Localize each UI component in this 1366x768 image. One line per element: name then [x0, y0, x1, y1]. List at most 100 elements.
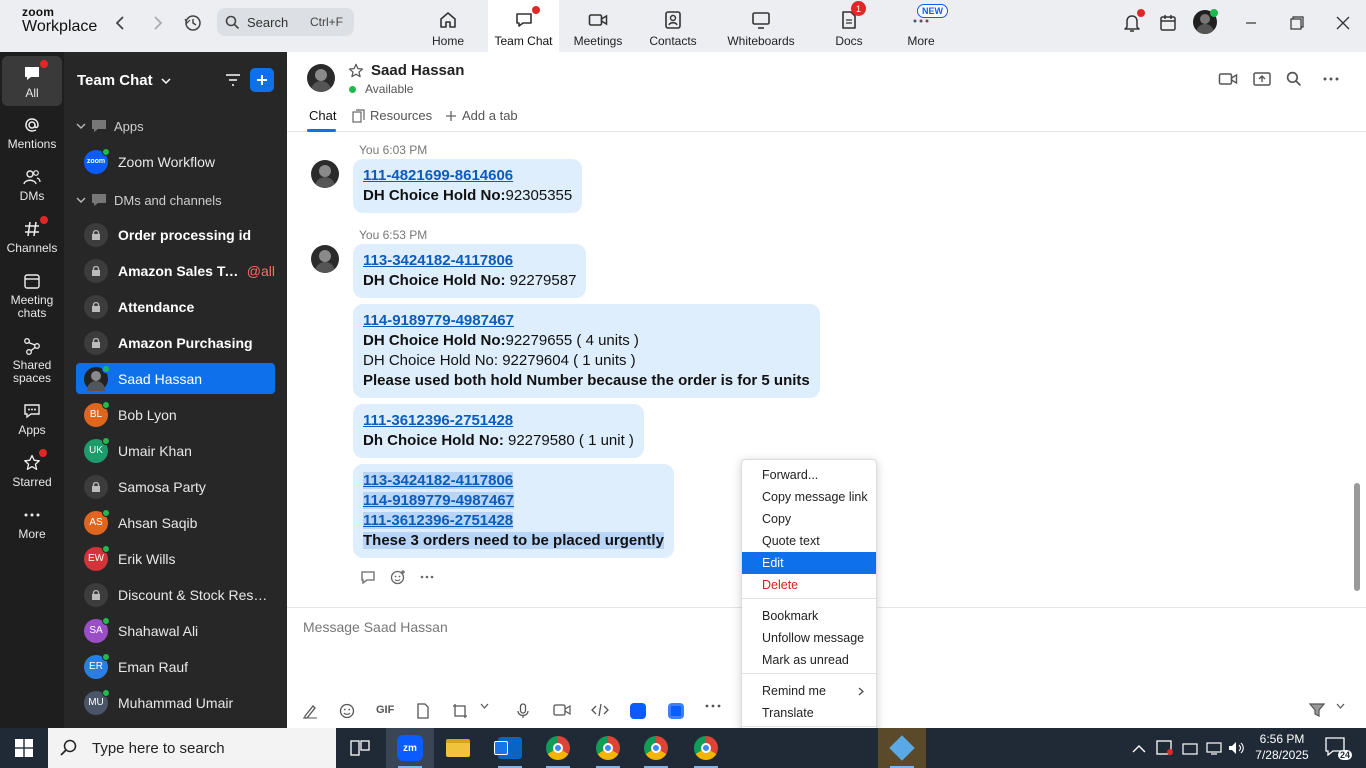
sidebar-item[interactable]: Attendance — [76, 291, 275, 322]
order-link[interactable]: 114-9189779-4987467 — [363, 311, 810, 331]
tab-more[interactable]: NEW More — [902, 0, 948, 52]
reply-icon[interactable] — [360, 570, 376, 584]
order-link-text[interactable]: 113-3424182-4117806 — [363, 472, 514, 489]
apps-section-header[interactable]: Apps — [76, 118, 144, 134]
rail-shared-spaces[interactable]: Shared spaces — [0, 335, 64, 385]
order-link[interactable]: 111-3612396-2751428 — [363, 511, 664, 531]
tray-app-icon[interactable] — [1156, 728, 1174, 768]
order-link-text[interactable]: 111-4821699-8614606 — [363, 167, 513, 184]
file-icon[interactable] — [416, 703, 430, 719]
profile-avatar[interactable] — [1192, 9, 1218, 35]
order-link-text[interactable]: 113-3424182-4117806 — [363, 252, 513, 269]
menu-item-edit[interactable]: Edit — [742, 552, 876, 574]
scrollbar[interactable] — [1354, 483, 1360, 591]
order-link-text[interactable]: 114-9189779-4987467 — [363, 492, 514, 509]
format-icon[interactable] — [302, 703, 318, 719]
chrome-icon-4[interactable] — [682, 728, 730, 768]
zoom-app-icon[interactable] — [630, 703, 646, 719]
notifications-bell-icon[interactable] — [1121, 9, 1145, 34]
menu-item-translate[interactable]: Translate — [742, 702, 876, 724]
order-link-text[interactable]: 111-3612396-2751428 — [363, 512, 514, 529]
close-icon[interactable] — [1332, 12, 1354, 34]
menu-item-delete[interactable]: Delete — [742, 574, 876, 596]
sidebar-item-zoom-workflow[interactable]: zoom Zoom Workflow — [76, 146, 275, 177]
tray-chevron-icon[interactable] — [1132, 728, 1146, 768]
video-message-icon[interactable] — [553, 703, 571, 717]
tab-home[interactable]: Home — [424, 0, 472, 52]
order-link[interactable]: 111-4821699-8614606 — [363, 166, 572, 186]
code-snippet-icon[interactable] — [591, 703, 609, 717]
tab-contacts[interactable]: Contacts — [647, 0, 699, 52]
screenshot-icon[interactable] — [452, 703, 468, 719]
menu-item-mark-as-unread[interactable]: Mark as unread — [742, 649, 876, 671]
contact-avatar[interactable] — [307, 64, 335, 92]
sidebar-item[interactable]: Order processing id — [76, 219, 275, 250]
order-link-text[interactable]: 114-9189779-4987467 — [363, 312, 514, 329]
more-dots-icon[interactable] — [420, 570, 434, 584]
star-icon[interactable] — [348, 63, 364, 79]
microphone-icon[interactable] — [517, 703, 529, 719]
sidebar-item[interactable]: SA Shahawal Ali — [76, 615, 275, 646]
chrome-icon-3[interactable] — [632, 728, 680, 768]
rail-meeting-chats[interactable]: Meeting chats — [0, 270, 64, 320]
minimize-icon[interactable] — [1240, 12, 1262, 34]
order-link-text[interactable]: 111-3612396-2751428 — [363, 412, 513, 429]
send-options-chevron-icon[interactable] — [1336, 703, 1345, 709]
sidebar-item[interactable]: Amazon Sales Te... @all — [76, 255, 275, 286]
zoom-docs-icon[interactable] — [668, 703, 684, 719]
tab-meetings[interactable]: Meetings — [569, 0, 627, 52]
taskbar-search[interactable]: Type here to search — [48, 728, 336, 768]
volume-icon[interactable] — [1228, 728, 1246, 768]
send-icon[interactable] — [1309, 703, 1325, 717]
tray-device-icon[interactable] — [1182, 728, 1198, 768]
sidebar-item[interactable]: ER Eman Rauf — [76, 651, 275, 682]
order-link[interactable]: 114-9189779-4987467 — [363, 491, 664, 511]
message-bubble-selected[interactable]: 113-3424182-4117806 114-9189779-4987467 11… — [353, 464, 674, 558]
message-bubble[interactable]: 111-3612396-2751428 Dh Choice Hold No: 92… — [353, 404, 644, 458]
app-taskbar-icon[interactable] — [878, 728, 926, 768]
tab-chat[interactable]: Chat — [309, 108, 336, 123]
rail-more[interactable]: More — [0, 504, 64, 541]
chrome-icon-2[interactable] — [584, 728, 632, 768]
more-options-icon[interactable] — [1322, 71, 1340, 87]
rail-apps[interactable]: Apps — [0, 400, 64, 437]
menu-item-copy-message-link[interactable]: Copy message link — [742, 486, 876, 508]
outlook-icon[interactable] — [486, 728, 534, 768]
rail-starred[interactable]: Starred — [0, 449, 64, 489]
emoji-icon[interactable] — [339, 703, 355, 719]
sidebar-item[interactable]: Saad Hassan — [76, 363, 275, 394]
sidebar-item[interactable]: Discount & Stock Reser... — [76, 579, 275, 610]
tab-whiteboards[interactable]: Whiteboards — [722, 0, 800, 52]
notification-center-icon[interactable]: 24 — [1324, 736, 1352, 760]
search-icon[interactable] — [1286, 71, 1302, 87]
contact-name[interactable]: Saad Hassan — [371, 62, 464, 79]
sidebar-item[interactable]: EW Erik Wills — [76, 543, 275, 574]
restore-icon[interactable] — [1286, 12, 1308, 34]
sidebar-item[interactable]: Samosa Party — [76, 471, 275, 502]
message-bubble[interactable]: 114-9189779-4987467 DH Choice Hold No:922… — [353, 304, 820, 398]
rail-all[interactable]: All — [2, 56, 62, 106]
rail-channels[interactable]: Channels — [0, 216, 64, 255]
windows-start-icon[interactable] — [0, 728, 48, 768]
filter-icon[interactable] — [222, 69, 244, 91]
sidebar-item[interactable]: BL Bob Lyon — [76, 399, 275, 430]
network-icon[interactable] — [1206, 728, 1224, 768]
emoji-reaction-icon[interactable] — [390, 569, 406, 585]
back-icon[interactable] — [108, 11, 134, 35]
menu-item-forward[interactable]: Forward... — [742, 464, 876, 486]
rail-dms[interactable]: DMs — [0, 166, 64, 203]
search-bar[interactable]: Search Ctrl+F — [217, 8, 354, 36]
menu-item-copy[interactable]: Copy — [742, 508, 876, 530]
chrome-icon[interactable] — [534, 728, 582, 768]
menu-item-bookmark[interactable]: Bookmark — [742, 605, 876, 627]
rail-mentions[interactable]: Mentions — [0, 114, 64, 151]
message-input[interactable]: Message Saad Hassan — [303, 619, 448, 635]
menu-item-remind-me[interactable]: Remind me — [742, 680, 876, 702]
share-screen-icon[interactable] — [1253, 71, 1271, 87]
task-view-icon[interactable] — [336, 728, 384, 768]
menu-item-unfollow-message[interactable]: Unfollow message — [742, 627, 876, 649]
new-chat-button[interactable] — [250, 68, 274, 92]
order-link[interactable]: 113-3424182-4117806 — [363, 471, 664, 491]
file-explorer-icon[interactable] — [434, 728, 482, 768]
chevron-down-icon[interactable] — [480, 703, 489, 709]
